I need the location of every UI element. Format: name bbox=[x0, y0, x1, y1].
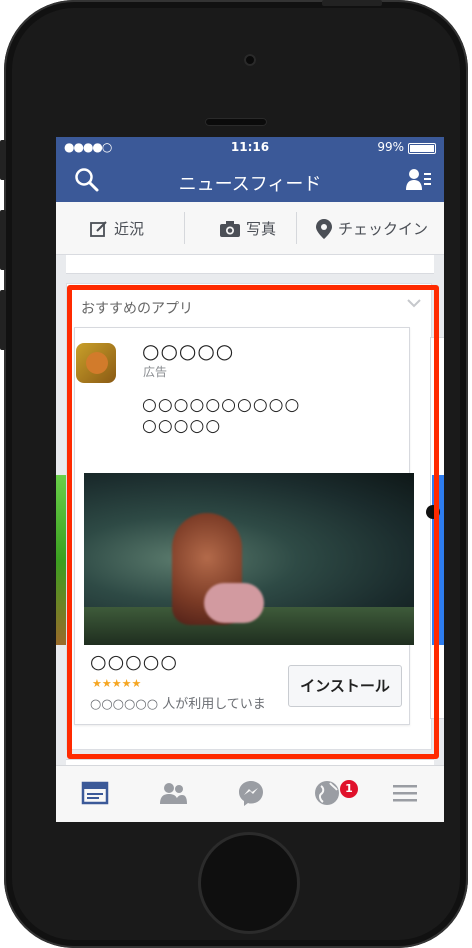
composer-divider bbox=[296, 212, 297, 244]
status-update-button[interactable]: 近況 bbox=[90, 218, 144, 239]
mute-switch bbox=[0, 140, 6, 180]
camera-icon bbox=[220, 220, 240, 237]
tab-bar: 1 bbox=[56, 765, 444, 822]
page-title: ニュースフィード bbox=[178, 174, 322, 195]
photo-button[interactable]: 写真 bbox=[220, 218, 276, 239]
menu-tab-icon[interactable] bbox=[390, 778, 420, 808]
edit-icon bbox=[90, 220, 107, 237]
notifications-globe-icon[interactable] bbox=[312, 778, 342, 808]
checkin-button[interactable]: チェックイン bbox=[316, 218, 428, 239]
power-button bbox=[322, 0, 382, 6]
volume-down-button bbox=[0, 290, 6, 350]
messenger-tab-icon[interactable] bbox=[236, 778, 266, 808]
composer-bar: 近況 写真 チェックイン bbox=[56, 202, 444, 255]
phone-screen: ●●●●○ 11:16 99% ニュースフィード 近況 写真 チェックイン おす… bbox=[56, 137, 444, 822]
news-feed-tab-icon[interactable] bbox=[80, 778, 110, 808]
navigation-bar: ニュースフィード bbox=[56, 158, 444, 202]
friend-requests-icon[interactable] bbox=[406, 168, 432, 192]
notification-badge: 1 bbox=[340, 780, 358, 798]
previous-app-image bbox=[56, 475, 66, 645]
previous-story-card bbox=[66, 255, 434, 274]
battery-percent: 99% bbox=[377, 140, 404, 154]
friends-tab-icon[interactable] bbox=[158, 778, 188, 808]
front-camera bbox=[244, 54, 256, 66]
battery-icon bbox=[408, 143, 436, 154]
checkin-label: チェックイン bbox=[338, 220, 429, 238]
location-pin-icon bbox=[316, 218, 332, 239]
volume-up-button bbox=[0, 210, 6, 270]
highlight-frame bbox=[67, 285, 439, 759]
status-bar: ●●●●○ 11:16 99% bbox=[56, 137, 444, 158]
composer-divider bbox=[184, 212, 185, 244]
earpiece-speaker bbox=[205, 118, 267, 126]
photo-label: 写真 bbox=[246, 220, 277, 238]
home-button[interactable] bbox=[198, 832, 300, 934]
status-label: 近況 bbox=[114, 220, 145, 238]
